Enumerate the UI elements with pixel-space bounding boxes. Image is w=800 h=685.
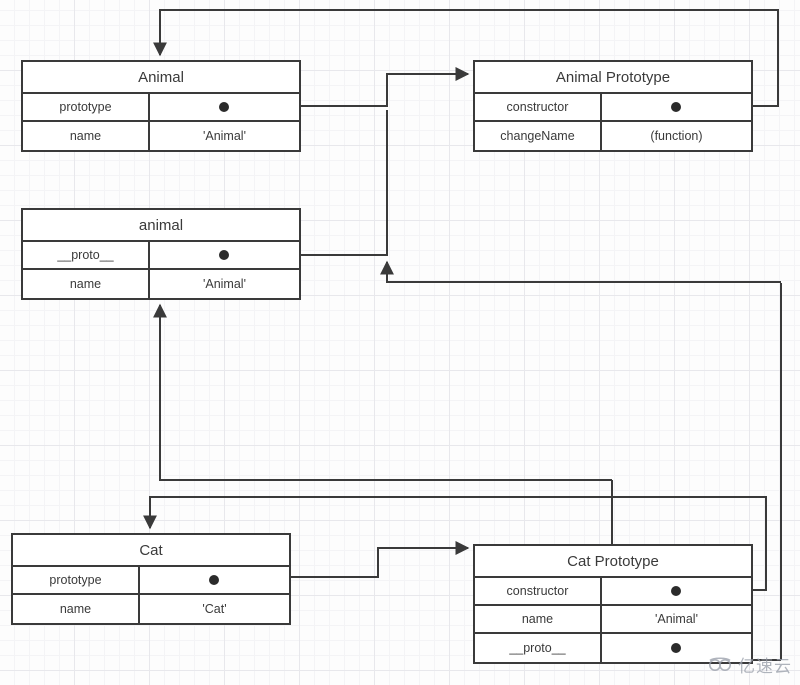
diagram-canvas: Animal prototype name 'Animal' Animal Pr…: [0, 0, 800, 685]
node-title: Animal: [23, 62, 299, 94]
node-row: name 'Animal': [23, 270, 299, 298]
row-key: constructor: [475, 578, 602, 604]
node-cat-constructor[interactable]: Cat prototype name 'Cat': [11, 533, 291, 625]
row-value: 'Animal': [654, 612, 698, 626]
row-value-pointer: [602, 578, 751, 604]
node-row: __proto__: [475, 634, 751, 662]
node-row: name 'Animal': [475, 606, 751, 634]
node-row: constructor: [475, 578, 751, 606]
node-animal-prototype[interactable]: Animal Prototype constructor changeName …: [473, 60, 753, 152]
node-row: constructor: [475, 94, 751, 122]
row-value-pointer: [602, 634, 751, 662]
row-key: name: [23, 270, 150, 298]
pointer-dot-icon: [671, 643, 682, 653]
row-key: changeName: [475, 122, 602, 150]
node-cat-prototype[interactable]: Cat Prototype constructor name 'Animal' …: [473, 544, 753, 664]
row-key: constructor: [475, 94, 602, 120]
pointer-dot-icon: [671, 586, 682, 596]
row-value: 'Cat': [202, 602, 227, 616]
pointer-dot-icon: [219, 102, 230, 112]
row-key: name: [23, 122, 150, 150]
row-key: __proto__: [23, 242, 150, 268]
row-value-pointer: [150, 242, 299, 268]
node-row: prototype: [23, 94, 299, 122]
node-row: changeName (function): [475, 122, 751, 150]
node-title: Cat: [13, 535, 289, 567]
pointer-dot-icon: [219, 250, 230, 260]
row-value-pointer: [140, 567, 289, 593]
row-key: prototype: [13, 567, 140, 593]
node-animal-constructor[interactable]: Animal prototype name 'Animal': [21, 60, 301, 152]
pointer-dot-icon: [209, 575, 220, 585]
row-value: 'Animal': [202, 277, 246, 291]
pointer-dot-icon: [671, 102, 682, 112]
node-animal-instance[interactable]: animal __proto__ name 'Animal': [21, 208, 301, 300]
node-title: Cat Prototype: [475, 546, 751, 578]
node-title: Animal Prototype: [475, 62, 751, 94]
row-value: 'Animal': [202, 129, 246, 143]
wire-cat-proto-to-animal-proto-object: [380, 260, 781, 283]
row-key: name: [13, 595, 140, 623]
row-key: prototype: [23, 94, 150, 120]
wire-lower-rail-to-animal-instance: [153, 303, 612, 481]
node-row: name 'Cat': [13, 595, 289, 623]
row-value: (function): [650, 129, 703, 143]
node-row: __proto__: [23, 242, 299, 270]
row-key: __proto__: [475, 634, 602, 662]
row-value-pointer: [602, 94, 751, 120]
node-title: animal: [23, 210, 299, 242]
node-row: prototype: [13, 567, 289, 595]
node-row: name 'Animal': [23, 122, 299, 150]
row-value-pointer: [150, 94, 299, 120]
row-key: name: [475, 606, 602, 632]
